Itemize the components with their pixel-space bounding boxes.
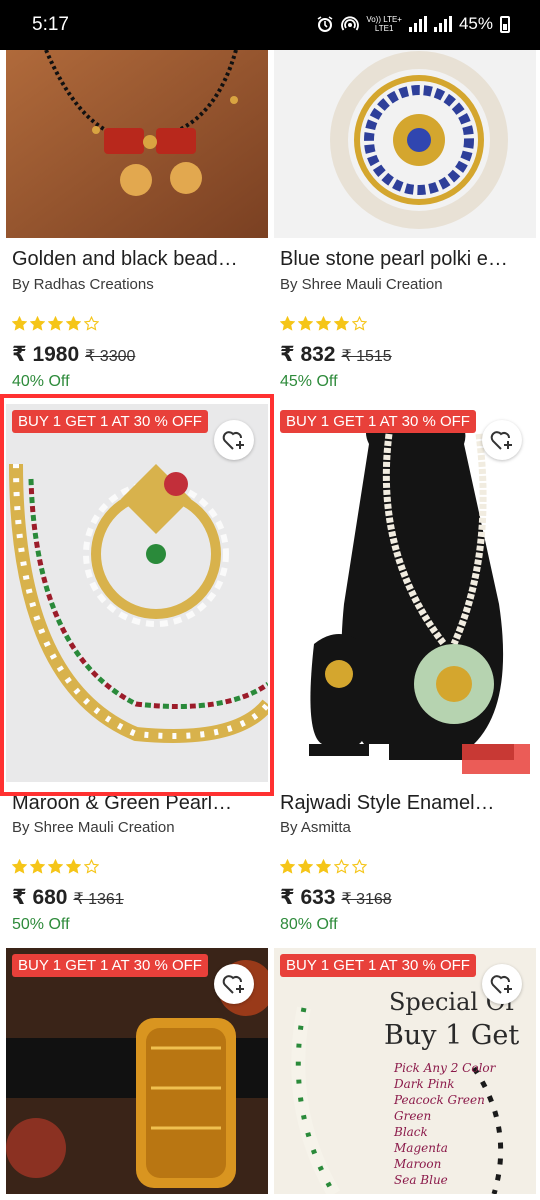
battery-percent: 45% (458, 14, 493, 33)
price: ₹ 832 (280, 343, 336, 366)
offer-badge: BUY 1 GET 1 AT 30 % OFF (280, 954, 476, 977)
star-empty-icon (351, 858, 368, 879)
rating-stars (279, 315, 368, 336)
product-card[interactable]: BUY 1 GET 1 AT 30 % OFF Rajwadi Style En… (274, 404, 536, 939)
seller-name: By Asmitta (280, 819, 351, 836)
add-to-wishlist-button[interactable] (482, 964, 522, 1004)
original-price: ₹ 3300 (85, 348, 136, 365)
poster-list: Pick Any 2 Color Dark Pink Peacock Green Gr… (394, 1060, 495, 1188)
product-title[interactable]: Rajwadi Style Enamel… (280, 792, 495, 815)
original-price: ₹ 1361 (73, 891, 124, 908)
alarm-icon (317, 16, 333, 32)
network-type: Vo)) LTE+ LTE1 (366, 15, 402, 33)
price-row: ₹ 633 ₹ 3168 (280, 885, 392, 910)
discount-label: 45% Off (280, 373, 338, 390)
poster-list-item: Black (394, 1125, 428, 1139)
rating-stars (11, 315, 100, 336)
product-card[interactable]: Special Of Buy 1 Get Pick Any 2 Color Dar… (274, 948, 536, 1200)
heart-plus-icon (490, 431, 512, 450)
poster-list-item: Green (394, 1109, 432, 1123)
original-price: ₹ 3168 (341, 891, 392, 908)
poster-list-item: Pick Any 2 Color (394, 1061, 496, 1075)
star-empty-icon (83, 315, 100, 336)
rating-stars (279, 858, 368, 879)
star-empty-icon (351, 315, 368, 336)
price: ₹ 1980 (12, 343, 80, 366)
price-row: ₹ 680 ₹ 1361 (12, 885, 124, 910)
heart-plus-icon (490, 975, 512, 994)
product-title[interactable]: Golden and black bead… (12, 248, 238, 271)
original-price: ₹ 1515 (341, 348, 392, 365)
discount-label: 50% Off (12, 916, 70, 933)
star-filled-icon (47, 315, 64, 336)
star-filled-icon (315, 858, 332, 879)
offer-badge: BUY 1 GET 1 AT 30 % OFF (12, 954, 208, 977)
product-card[interactable]: Blue stone pearl polki e… By Shree Mauli… (274, 50, 536, 395)
star-filled-icon (333, 315, 350, 336)
star-empty-icon (83, 858, 100, 879)
heart-plus-icon (222, 975, 244, 994)
seller-name: By Shree Mauli Creation (12, 819, 175, 836)
star-filled-icon (65, 858, 82, 879)
price: ₹ 633 (280, 886, 336, 909)
star-filled-icon (279, 315, 296, 336)
status-icons: Vo)) LTE+ LTE1 45% (316, 14, 510, 34)
seller-name: By Radhas Creations (12, 276, 154, 293)
product-image[interactable] (274, 404, 536, 782)
battery-icon (500, 15, 510, 33)
price: ₹ 680 (12, 886, 68, 909)
status-bar: 5:17 Vo)) LTE+ LTE1 45% (0, 0, 540, 50)
star-filled-icon (47, 858, 64, 879)
discount-label: 80% Off (280, 916, 338, 933)
product-title[interactable]: Blue stone pearl polki e… (280, 248, 508, 271)
star-filled-icon (11, 315, 28, 336)
poster-list-item: Magenta (394, 1141, 448, 1155)
poster-list-item: Dark Pink (394, 1077, 455, 1091)
star-filled-icon (297, 315, 314, 336)
star-filled-icon (29, 315, 46, 336)
product-image[interactable] (6, 50, 268, 238)
star-filled-icon (11, 858, 28, 879)
signal-icon-2 (433, 16, 452, 32)
star-empty-icon (333, 858, 350, 879)
add-to-wishlist-button[interactable] (214, 964, 254, 1004)
status-time: 5:17 (32, 14, 69, 35)
poster-list-item: Sea Blue (394, 1173, 448, 1187)
star-filled-icon (29, 858, 46, 879)
price-row: ₹ 832 ₹ 1515 (280, 342, 392, 367)
seller-name: By Shree Mauli Creation (280, 276, 443, 293)
product-image[interactable] (274, 50, 536, 238)
product-card[interactable]: BUY 1 GET 1 AT 30 % OFF (6, 948, 268, 1200)
price-row: ₹ 1980 ₹ 3300 (12, 342, 135, 367)
signal-icon (408, 16, 427, 32)
star-filled-icon (279, 858, 296, 879)
hotspot-icon (341, 16, 360, 31)
add-to-wishlist-button[interactable] (482, 420, 522, 460)
poster-list-item: Peacock Green (394, 1093, 485, 1107)
selection-highlight (0, 394, 274, 796)
discount-label: 40% Off (12, 373, 70, 390)
star-filled-icon (315, 315, 332, 336)
star-filled-icon (297, 858, 314, 879)
star-filled-icon (65, 315, 82, 336)
product-card[interactable]: Golden and black bead… By Radhas Creatio… (6, 50, 268, 395)
offer-badge: BUY 1 GET 1 AT 30 % OFF (280, 410, 476, 433)
poster-list-item: Maroon (394, 1157, 442, 1171)
rating-stars (11, 858, 100, 879)
